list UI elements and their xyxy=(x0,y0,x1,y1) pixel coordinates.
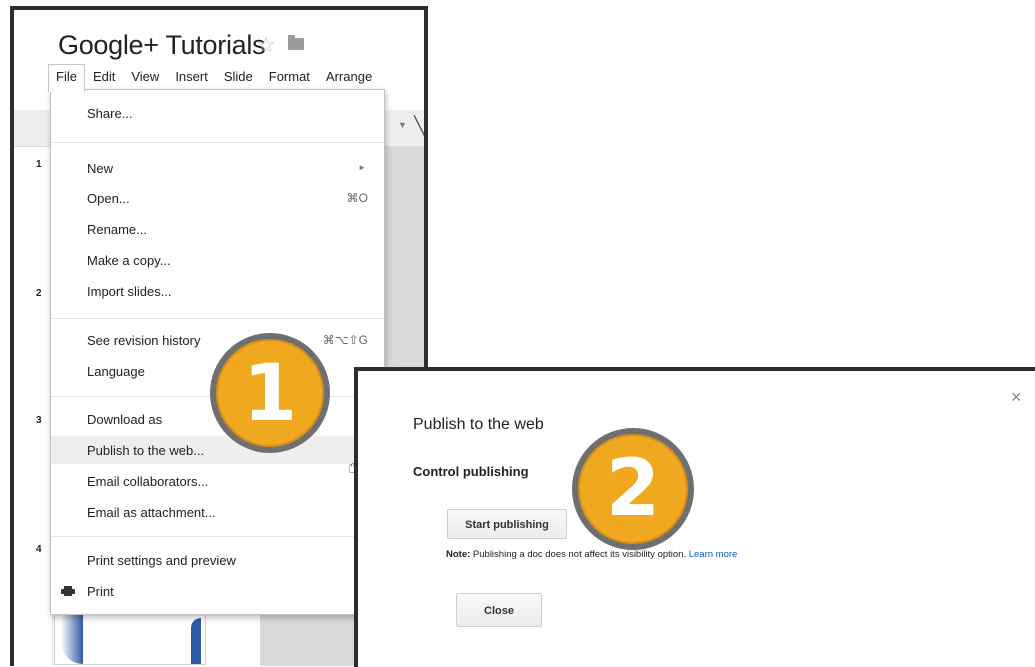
document-title[interactable]: Google+ Tutorials xyxy=(58,30,266,61)
menu-item-email-collaborators[interactable]: Email collaborators... xyxy=(51,467,384,495)
slide-number: 1 xyxy=(36,159,42,170)
menu-item-label: Make a copy... xyxy=(87,253,171,268)
step-badge-2: 2 xyxy=(572,428,694,550)
menu-item-label: Publish to the web... xyxy=(87,443,205,458)
line-tool-icon[interactable]: ╲ xyxy=(414,116,424,137)
section-heading: Control publishing xyxy=(413,464,529,479)
step-number: 2 xyxy=(605,444,661,534)
step-badge-1: 1 xyxy=(210,333,330,453)
learn-more-link[interactable]: Learn more xyxy=(689,549,738,560)
menu-slide[interactable]: Slide xyxy=(216,64,261,90)
star-icon[interactable]: ☆ xyxy=(256,32,276,58)
note-label: Note: xyxy=(446,549,471,560)
publish-dialog: × Publish to the web Control publishing … xyxy=(354,367,1035,667)
menu-arrange[interactable]: Arrange xyxy=(318,64,380,90)
menu-item-label: Email as attachment... xyxy=(87,505,216,520)
menu-item-label: New xyxy=(87,161,114,176)
start-publishing-button[interactable]: Start publishing xyxy=(447,509,567,539)
slide-number: 3 xyxy=(36,415,42,426)
menu-item-import-slides[interactable]: Import slides... xyxy=(51,277,384,305)
menu-item-label: Print xyxy=(87,584,114,599)
menu-item-label: Print settings and preview xyxy=(87,553,236,568)
menu-edit[interactable]: Edit xyxy=(85,64,123,90)
menu-item-label: Language xyxy=(87,364,145,379)
submenu-arrow-icon: ► xyxy=(358,163,366,172)
menu-view[interactable]: View xyxy=(123,64,167,90)
shortcut-label: ⌘O xyxy=(346,191,368,205)
menu-item-rename[interactable]: Rename... xyxy=(51,215,384,243)
menu-item-print[interactable]: Print xyxy=(51,577,384,605)
menu-item-label: Share... xyxy=(87,106,133,121)
menu-item-label: Import slides... xyxy=(87,284,172,299)
menu-separator xyxy=(51,318,384,319)
printer-icon xyxy=(61,586,75,596)
menu-item-print-settings[interactable]: Print settings and preview xyxy=(51,546,384,574)
menu-insert[interactable]: Insert xyxy=(167,64,216,90)
menu-separator xyxy=(51,142,384,143)
publishing-note: Note: Publishing a doc does not affect i… xyxy=(446,549,737,560)
menu-bar: File Edit View Insert Slide Format Arran… xyxy=(48,64,380,92)
slide-filmstrip: 1 2 3 4 xyxy=(14,147,53,666)
close-button[interactable]: Close xyxy=(456,593,542,627)
menu-item-email-attachment[interactable]: Email as attachment... xyxy=(51,498,384,526)
menu-separator xyxy=(51,536,384,537)
menu-file[interactable]: File xyxy=(48,64,85,92)
menu-item-label: Rename... xyxy=(87,222,147,237)
menu-item-new[interactable]: New ► xyxy=(51,154,384,182)
step-number: 1 xyxy=(242,349,298,439)
menu-format[interactable]: Format xyxy=(261,64,318,90)
dialog-title: Publish to the web xyxy=(413,416,544,433)
chevron-down-icon[interactable]: ▼ xyxy=(398,120,407,130)
folder-icon[interactable] xyxy=(288,35,304,50)
menu-item-label: Open... xyxy=(87,191,130,206)
menu-item-share[interactable]: Share... xyxy=(51,99,384,127)
close-icon[interactable]: × xyxy=(1011,387,1022,408)
menu-item-label: Email collaborators... xyxy=(87,474,209,489)
shortcut-label: ⌘⌥⇧G xyxy=(322,333,368,347)
menu-item-make-copy[interactable]: Make a copy... xyxy=(51,246,384,274)
menu-item-open[interactable]: Open... ⌘O xyxy=(51,184,384,212)
menu-item-label: See revision history xyxy=(87,333,201,348)
note-text: Publishing a doc does not affect its vis… xyxy=(470,549,689,560)
slide-number: 4 xyxy=(36,544,42,555)
menu-item-label: Download as xyxy=(87,412,163,427)
menu-item-publish[interactable]: Publish to the web... xyxy=(51,436,384,464)
slide-number: 2 xyxy=(36,288,42,299)
